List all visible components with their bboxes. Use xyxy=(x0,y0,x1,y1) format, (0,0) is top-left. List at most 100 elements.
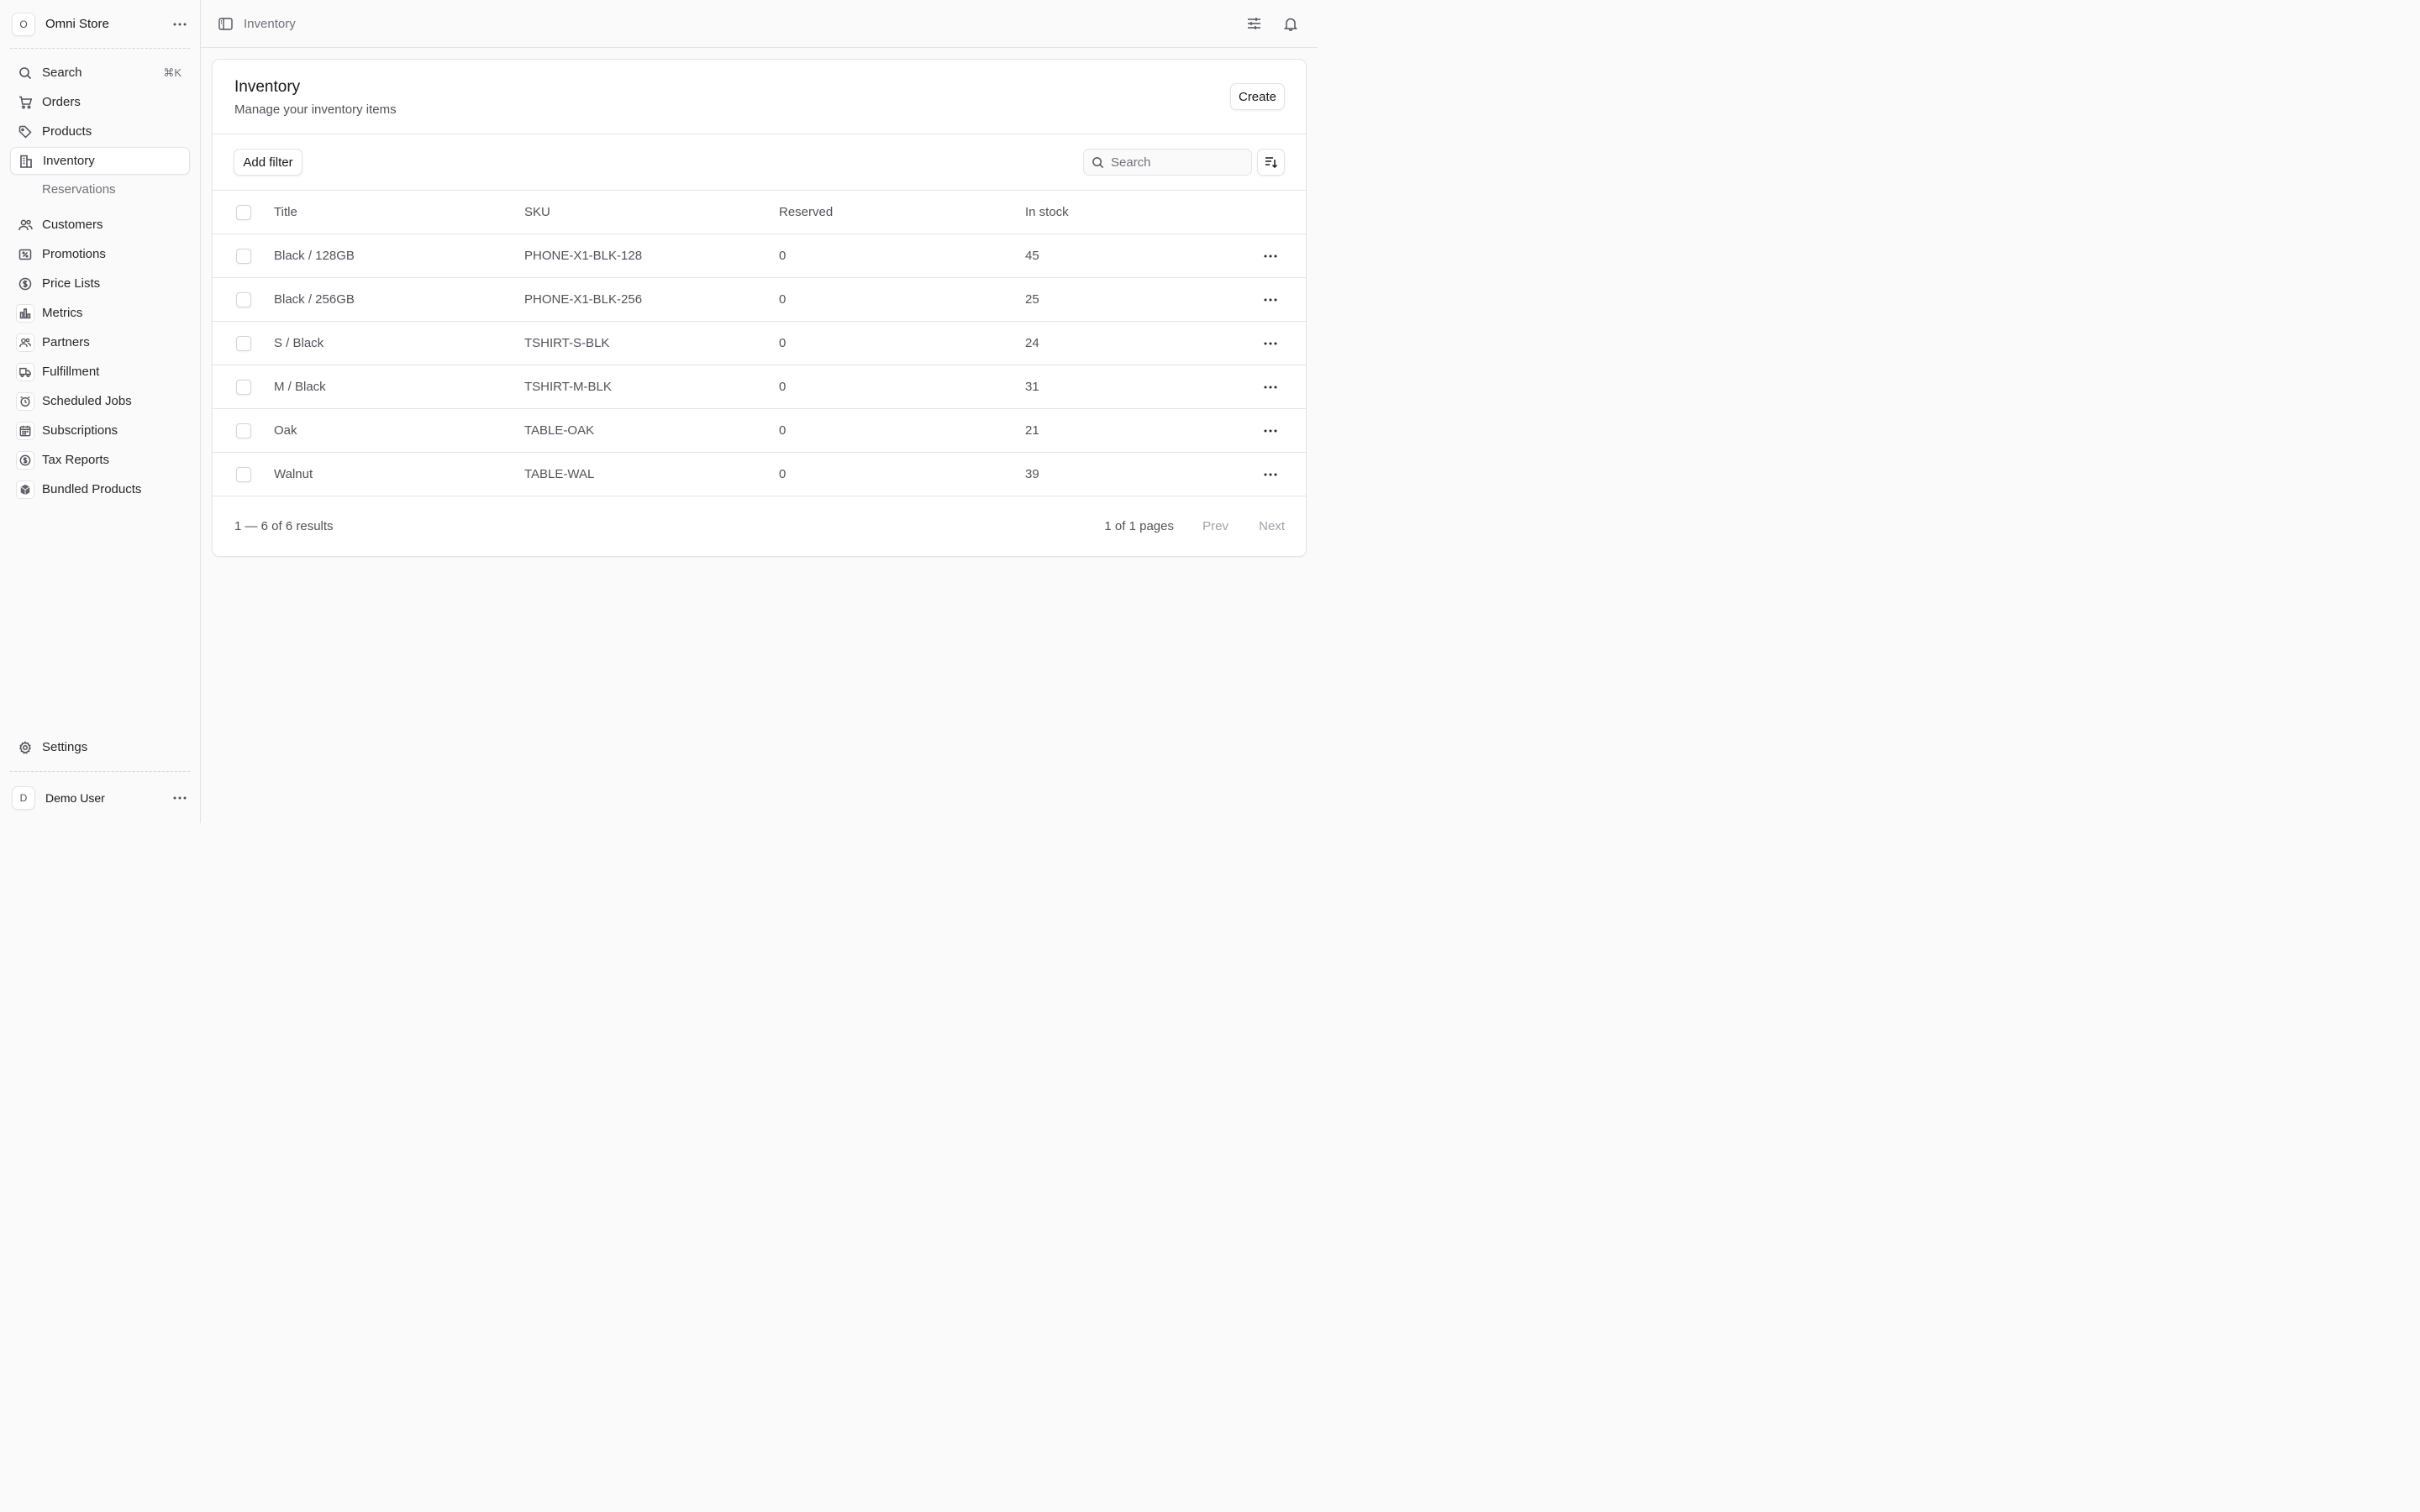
sidebar-item-label: Products xyxy=(42,124,92,139)
search-input[interactable] xyxy=(1111,155,1245,170)
table-row[interactable]: Walnut TABLE-WAL 0 39 xyxy=(213,453,1306,496)
sort-descending-icon xyxy=(1265,156,1277,168)
cell-sku: TABLE-OAK xyxy=(524,423,595,438)
column-header-title[interactable]: Title xyxy=(274,205,297,219)
receipt-percent-icon xyxy=(18,247,33,262)
row-checkbox[interactable] xyxy=(236,423,251,438)
select-all-checkbox[interactable] xyxy=(236,204,251,220)
row-actions-icon[interactable] xyxy=(1260,246,1281,266)
table-row[interactable]: S / Black TSHIRT-S-BLK 0 24 xyxy=(213,322,1306,365)
row-checkbox[interactable] xyxy=(236,291,251,307)
main-nav: Search ⌘K Orders Products Inventory Rese… xyxy=(10,59,190,202)
row-actions-icon[interactable] xyxy=(1260,333,1281,354)
create-button[interactable]: Create xyxy=(1230,83,1285,110)
sidebar-item-fulfillment[interactable]: Fulfillment xyxy=(10,358,190,386)
row-checkbox[interactable] xyxy=(236,248,251,264)
row-actions-icon[interactable] xyxy=(1260,290,1281,310)
sidebar-item-scheduled-jobs[interactable]: Scheduled Jobs xyxy=(10,387,190,415)
sidebar-item-metrics[interactable]: Metrics xyxy=(10,299,190,327)
sidebar-item-label: Customers xyxy=(42,218,103,232)
column-header-in-stock[interactable]: In stock xyxy=(1025,205,1069,219)
column-header-reserved[interactable]: Reserved xyxy=(779,205,833,219)
table-toolbar: Add filter xyxy=(213,134,1306,191)
sidebar-item-customers[interactable]: Customers xyxy=(10,211,190,239)
table-row[interactable]: Oak TABLE-OAK 0 21 xyxy=(213,409,1306,453)
page-title: Inventory xyxy=(234,78,301,96)
cart-icon xyxy=(18,95,33,110)
store-switcher[interactable]: O Omni Store xyxy=(12,12,190,36)
cell-reserved: 0 xyxy=(779,336,786,350)
user-name: Demo User xyxy=(45,790,105,805)
sidebar-item-label: Subscriptions xyxy=(42,423,118,438)
row-checkbox[interactable] xyxy=(236,379,251,395)
cell-sku: TSHIRT-S-BLK xyxy=(524,336,610,350)
sidebar-item-settings[interactable]: Settings xyxy=(10,733,190,761)
cell-reserved: 0 xyxy=(779,467,786,481)
sidebar-item-inventory[interactable]: Inventory xyxy=(10,147,190,175)
bar-chart-icon xyxy=(16,303,34,323)
table-row[interactable]: Black / 256GB PHONE-X1-BLK-256 0 25 xyxy=(213,278,1306,322)
sidebar-item-label: Metrics xyxy=(42,306,83,320)
cube-icon xyxy=(16,480,34,499)
cell-reserved: 0 xyxy=(779,423,786,438)
row-checkbox[interactable] xyxy=(236,335,251,351)
cell-sku: TSHIRT-M-BLK xyxy=(524,380,612,394)
user-menu-icon[interactable] xyxy=(170,788,190,808)
table-row[interactable]: Black / 128GB PHONE-X1-BLK-128 0 45 xyxy=(213,234,1306,278)
sidebar-divider xyxy=(10,771,190,772)
row-actions-icon[interactable] xyxy=(1260,465,1281,485)
store-avatar: O xyxy=(12,12,35,36)
cell-sku: PHONE-X1-BLK-128 xyxy=(524,249,643,263)
search-field[interactable] xyxy=(1083,149,1252,176)
row-checkbox[interactable] xyxy=(236,466,251,482)
sidebar-item-subscriptions[interactable]: Subscriptions xyxy=(10,417,190,444)
cell-reserved: 0 xyxy=(779,249,786,263)
column-header-sku[interactable]: SKU xyxy=(524,205,550,219)
cell-reserved: 0 xyxy=(779,292,786,307)
search-icon xyxy=(1092,156,1104,169)
sidebar-item-promotions[interactable]: Promotions xyxy=(10,240,190,268)
breadcrumb[interactable]: Inventory xyxy=(244,17,1228,31)
cell-title: Oak xyxy=(274,423,297,438)
sidebar-item-bundled-products[interactable]: Bundled Products xyxy=(10,475,190,503)
sidebar-item-partners[interactable]: Partners xyxy=(10,328,190,356)
sort-button[interactable] xyxy=(1257,149,1285,176)
sidebar-toggle-icon[interactable] xyxy=(218,12,233,35)
inventory-card: Inventory Manage your inventory items Cr… xyxy=(212,59,1307,557)
prev-page-button[interactable]: Prev xyxy=(1202,519,1228,533)
adjustments-icon[interactable] xyxy=(1242,12,1265,35)
store-menu-icon[interactable] xyxy=(170,14,190,34)
sidebar-item-price-lists[interactable]: Price Lists xyxy=(10,270,190,297)
cell-in-stock: 25 xyxy=(1025,292,1039,307)
card-header: Inventory Manage your inventory items Cr… xyxy=(213,60,1306,134)
page-subtitle: Manage your inventory items xyxy=(234,102,397,117)
tag-icon xyxy=(18,124,33,139)
sidebar-item-label: Search xyxy=(42,66,82,80)
add-filter-button[interactable]: Add filter xyxy=(234,149,302,176)
search-icon xyxy=(18,66,33,81)
sidebar-item-label: Fulfillment xyxy=(42,365,100,379)
row-actions-icon[interactable] xyxy=(1260,421,1281,441)
sidebar-item-tax-reports[interactable]: Tax Reports xyxy=(10,446,190,474)
search-shortcut: ⌘K xyxy=(163,66,182,79)
truck-icon xyxy=(16,362,34,381)
sidebar-item-products[interactable]: Products xyxy=(10,118,190,145)
sidebar-subitem-reservations[interactable]: Reservations xyxy=(10,176,190,202)
sidebar-item-orders[interactable]: Orders xyxy=(10,88,190,116)
row-actions-icon[interactable] xyxy=(1260,377,1281,397)
cell-title: S / Black xyxy=(274,336,324,350)
sidebar-item-label: Promotions xyxy=(42,247,106,261)
next-page-button[interactable]: Next xyxy=(1259,519,1285,533)
cell-in-stock: 24 xyxy=(1025,336,1039,350)
bell-icon[interactable] xyxy=(1279,12,1302,35)
sidebar-item-search[interactable]: Search ⌘K xyxy=(10,59,190,87)
gear-icon xyxy=(18,740,33,755)
pagination: 1 — 6 of 6 results 1 of 1 pages Prev Nex… xyxy=(213,496,1306,555)
sidebar-divider xyxy=(10,48,190,49)
users-icon xyxy=(16,333,34,352)
sidebar-item-label: Tax Reports xyxy=(42,453,110,467)
user-menu[interactable]: D Demo User xyxy=(12,785,190,810)
dollar-circle-icon xyxy=(18,276,33,291)
alarm-clock-icon xyxy=(16,391,34,411)
table-row[interactable]: M / Black TSHIRT-M-BLK 0 31 xyxy=(213,365,1306,409)
